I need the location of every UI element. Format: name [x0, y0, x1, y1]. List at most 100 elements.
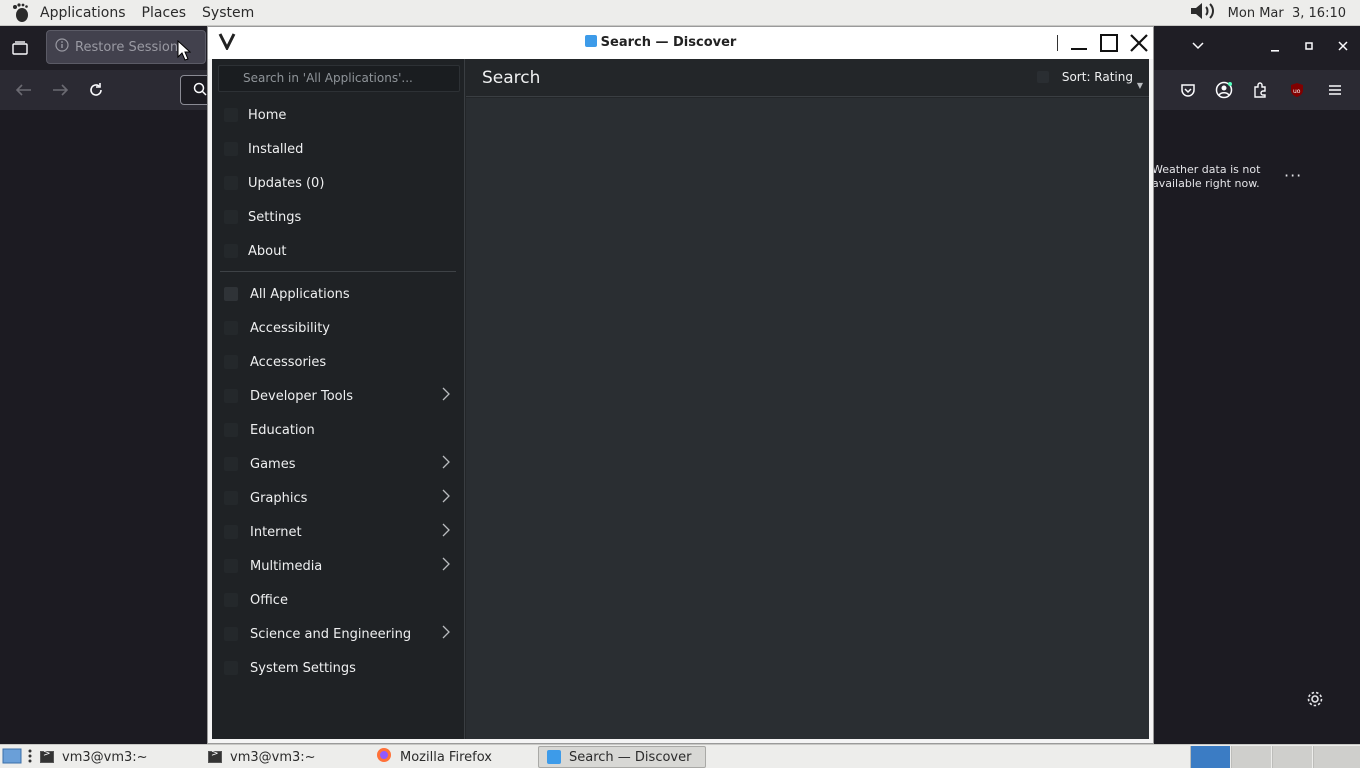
- workspace-2[interactable]: [1231, 746, 1271, 768]
- accessibility-icon: [224, 321, 238, 335]
- category-label: Education: [250, 422, 315, 438]
- category-label: Internet: [250, 524, 302, 540]
- category-games[interactable]: Games: [212, 447, 464, 481]
- terminal-icon: [208, 749, 222, 763]
- weather-message: Weather data is not available right now.: [1152, 163, 1261, 190]
- list-tabs-icon[interactable]: [1186, 34, 1210, 58]
- category-system-settings[interactable]: System Settings: [212, 651, 464, 685]
- hamburger-menu-icon[interactable]: [1323, 78, 1347, 102]
- pocket-icon[interactable]: [1176, 78, 1200, 102]
- bottom-taskbar: vm3@vm3:~ vm3@vm3:~ Mozilla Firefox Sear…: [0, 744, 1360, 768]
- category-developer-tools[interactable]: Developer Tools: [212, 379, 464, 413]
- category-accessibility[interactable]: Accessibility: [212, 311, 464, 345]
- system-menu[interactable]: System: [194, 0, 262, 26]
- task-label: Search — Discover: [569, 749, 692, 765]
- close-icon[interactable]: [1127, 31, 1151, 55]
- category-science-engineering[interactable]: Science and Engineering: [212, 617, 464, 651]
- applications-menu[interactable]: Applications: [32, 0, 134, 26]
- nav-settings-label: Settings: [248, 209, 302, 225]
- category-label: Accessories: [250, 354, 327, 370]
- nav-about[interactable]: About: [212, 234, 464, 268]
- chevron-right-icon: [442, 489, 450, 507]
- task-terminal-2[interactable]: vm3@vm3:~: [200, 746, 360, 768]
- svg-text:uo: uo: [1293, 88, 1301, 95]
- discover-sidebar: Search in 'All Applications'... Home Ins…: [212, 59, 465, 739]
- updates-icon: [224, 176, 238, 190]
- gnome-foot-icon[interactable]: [10, 2, 32, 24]
- sort-dropdown[interactable]: Sort: Rating: [1062, 70, 1133, 84]
- terminal-icon: [40, 749, 54, 763]
- chevron-right-icon: [442, 455, 450, 473]
- nav-home[interactable]: Home: [212, 98, 464, 132]
- chevron-right-icon: [442, 523, 450, 541]
- back-icon[interactable]: [12, 78, 36, 102]
- forward-icon[interactable]: [48, 78, 72, 102]
- category-all-applications[interactable]: All Applications: [212, 277, 464, 311]
- nav-updates-label: Updates (0): [248, 175, 325, 191]
- category-education[interactable]: Education: [212, 413, 464, 447]
- extensions-icon[interactable]: [1248, 78, 1272, 102]
- nav-updates[interactable]: Updates (0): [212, 166, 464, 200]
- places-menu[interactable]: Places: [134, 0, 195, 26]
- task-label: vm3@vm3:~: [230, 749, 316, 765]
- category-label: Multimedia: [250, 558, 323, 574]
- minimize-icon[interactable]: [1067, 31, 1091, 55]
- discover-app-icon: [547, 750, 561, 764]
- discover-body: Search in 'All Applications'... Home Ins…: [212, 59, 1149, 739]
- graphics-icon: [224, 491, 238, 505]
- nav-installed[interactable]: Installed: [212, 132, 464, 166]
- installed-icon: [224, 142, 238, 156]
- task-discover[interactable]: Search — Discover: [538, 746, 706, 768]
- maximize-icon[interactable]: [1097, 31, 1121, 55]
- task-label: Mozilla Firefox: [400, 749, 492, 765]
- task-terminal-1[interactable]: vm3@vm3:~: [32, 746, 192, 768]
- close-icon[interactable]: [1331, 34, 1355, 58]
- mouse-cursor-icon: [177, 39, 192, 66]
- info-icon: [55, 38, 69, 56]
- settings-gear-icon[interactable]: [1306, 690, 1324, 713]
- discover-titlebar[interactable]: Search — Discover: [208, 27, 1153, 59]
- discover-window: Search — Discover Search in 'All Applica…: [207, 26, 1154, 744]
- search-results-area: [466, 98, 1149, 739]
- system-settings-icon: [224, 661, 238, 675]
- account-icon[interactable]: [1212, 78, 1236, 102]
- firefox-view-icon[interactable]: [8, 36, 32, 60]
- category-internet[interactable]: Internet: [212, 515, 464, 549]
- task-firefox[interactable]: Mozilla Firefox: [368, 746, 534, 768]
- maximize-icon[interactable]: [1297, 34, 1321, 58]
- nav-installed-label: Installed: [248, 141, 304, 157]
- ublock-icon[interactable]: uo: [1285, 78, 1309, 102]
- minimize-icon[interactable]: [1263, 36, 1287, 60]
- accessories-icon: [224, 355, 238, 369]
- volume-icon[interactable]: [1190, 1, 1220, 25]
- workspace-1[interactable]: [1190, 746, 1230, 768]
- all-applications-icon: [224, 287, 238, 301]
- reload-icon[interactable]: [84, 78, 108, 102]
- window-title: Search — Discover: [208, 35, 1113, 50]
- about-icon: [224, 244, 238, 258]
- workspace-3[interactable]: [1272, 746, 1312, 768]
- discover-header: Search Sort: Rating ▼: [466, 59, 1149, 97]
- category-multimedia[interactable]: Multimedia: [212, 549, 464, 583]
- category-label: Office: [250, 592, 288, 608]
- firefox-icon: [376, 747, 392, 767]
- nav-home-label: Home: [248, 107, 287, 123]
- chevron-right-icon: [442, 557, 450, 575]
- category-label: Developer Tools: [250, 388, 354, 404]
- show-desktop-icon[interactable]: [2, 747, 22, 768]
- settings-icon: [224, 210, 238, 224]
- nav-settings[interactable]: Settings: [212, 200, 464, 234]
- games-icon: [224, 457, 238, 471]
- discover-app-icon: [584, 35, 597, 47]
- clock[interactable]: Mon Mar 3, 16:10: [1228, 6, 1346, 21]
- dropdown-arrow-icon: ▼: [1136, 81, 1143, 90]
- home-icon: [224, 108, 238, 122]
- weather-more-button[interactable]: ···: [1284, 166, 1302, 185]
- category-office[interactable]: Office: [212, 583, 464, 617]
- category-accessories[interactable]: Accessories: [212, 345, 464, 379]
- search-input[interactable]: Search in 'All Applications'...: [218, 65, 460, 92]
- chevron-right-icon: [442, 625, 450, 643]
- category-graphics[interactable]: Graphics: [212, 481, 464, 515]
- internet-icon: [224, 525, 238, 539]
- workspace-4[interactable]: [1313, 746, 1360, 768]
